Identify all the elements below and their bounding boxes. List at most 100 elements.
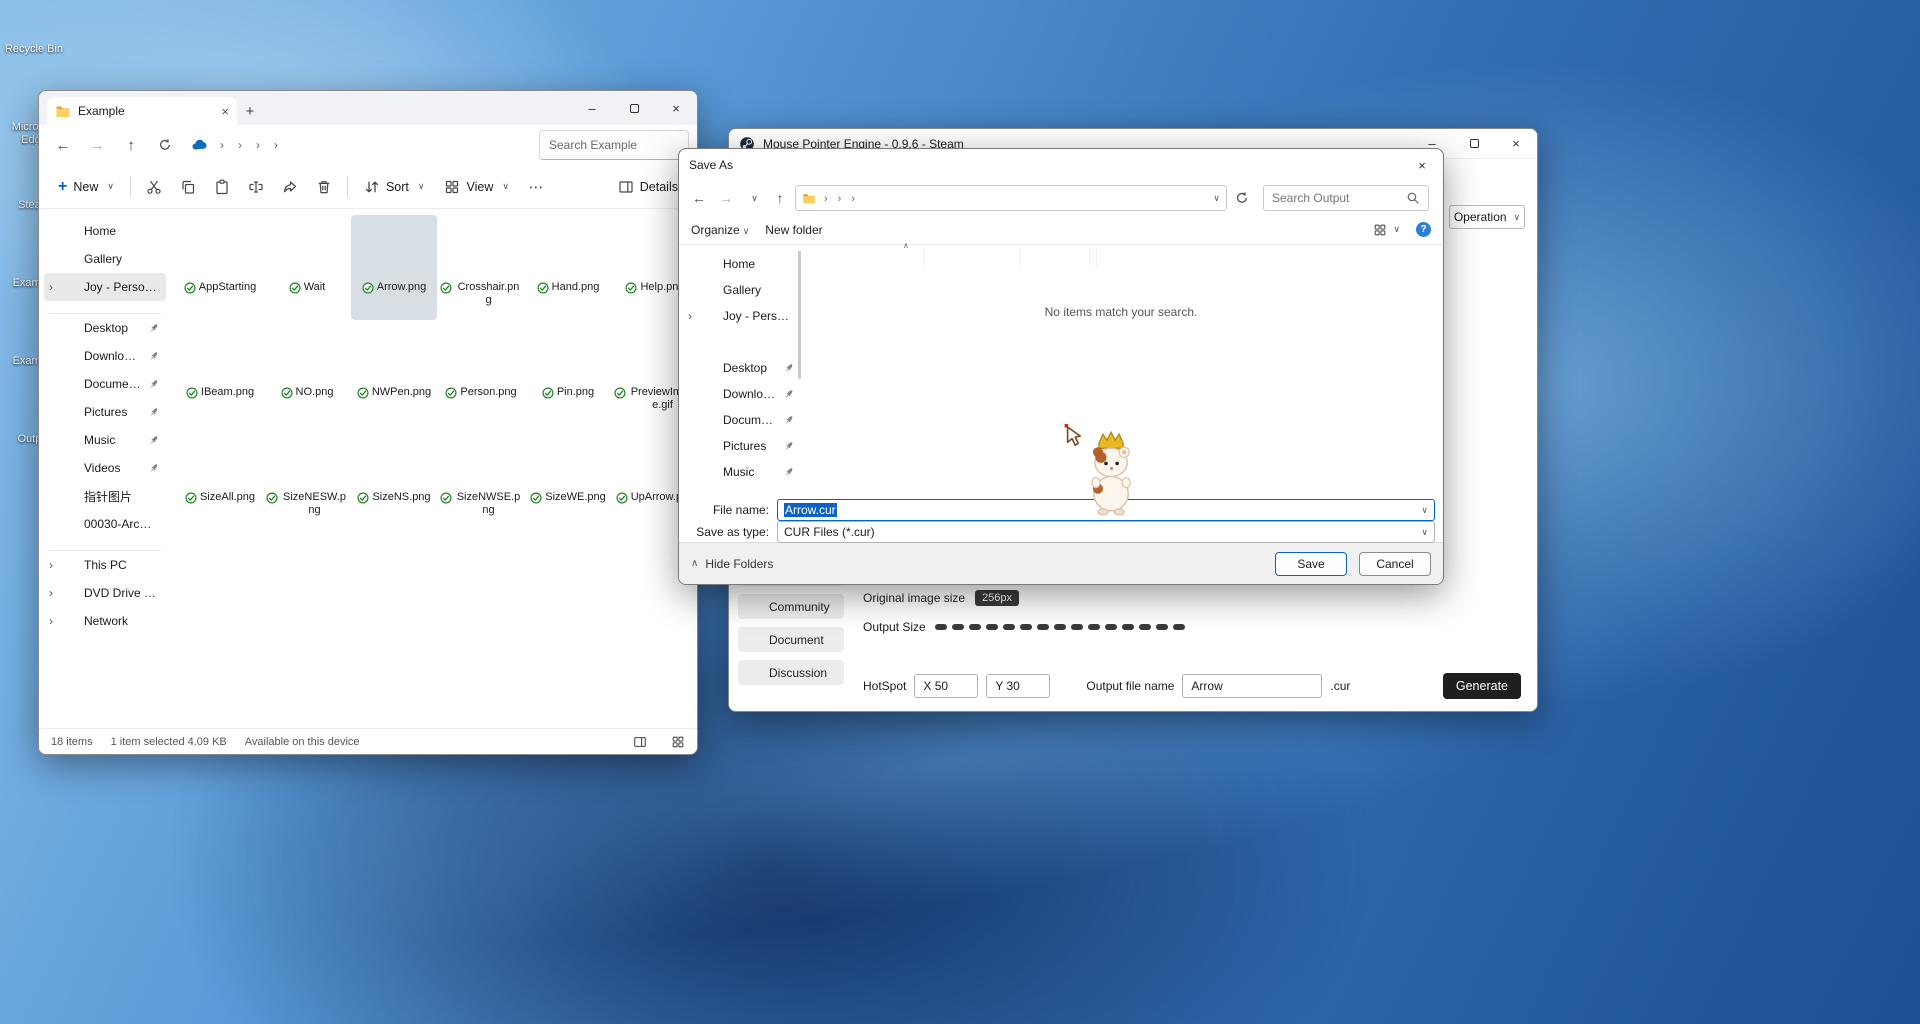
more-button[interactable]: ⋯ [520, 171, 552, 203]
view-button[interactable]: View∨ [435, 171, 517, 203]
hide-folders-button[interactable]: ∧ Hide Folders [691, 557, 773, 571]
sidebar-item[interactable]: › Joy - Personal [44, 273, 166, 301]
forward-button[interactable]: → [81, 130, 113, 160]
file-tile[interactable]: Person.png [438, 320, 524, 425]
maximize-button[interactable] [613, 91, 655, 125]
size-button[interactable] [1020, 624, 1032, 630]
chevron-right-icon[interactable]: › [49, 280, 53, 294]
column-header[interactable] [925, 248, 1020, 266]
back-button[interactable]: ← [47, 130, 79, 160]
tree-item[interactable]: Downloads [683, 381, 799, 407]
forward-button[interactable]: → [714, 186, 738, 210]
tree-item[interactable]: Music [683, 459, 799, 485]
size-button[interactable] [952, 624, 964, 630]
hotspot-y-input[interactable]: Y 30 [986, 674, 1050, 698]
tab-close-icon[interactable]: × [221, 104, 229, 119]
breadcrumb-item[interactable] [819, 191, 833, 205]
size-button[interactable] [1054, 624, 1066, 630]
chevron-right-icon[interactable]: › [49, 558, 53, 572]
views-button[interactable]: ∨ [1373, 223, 1400, 237]
organize-button[interactable]: Organize∨ [691, 223, 749, 237]
size-button[interactable] [1003, 624, 1015, 630]
tree-item[interactable]: Desktop [683, 355, 799, 381]
breadcrumb-item[interactable] [846, 191, 860, 205]
save-as-type-dropdown[interactable]: CUR Files (*.cur) ∨ [777, 521, 1435, 543]
size-button[interactable] [1156, 624, 1168, 630]
steam-side-button[interactable]: Document [738, 627, 844, 652]
file-tile[interactable]: Arrow.png [351, 215, 437, 320]
sidebar-item[interactable] [49, 301, 161, 314]
close-button[interactable]: × [1495, 129, 1537, 159]
chevron-right-icon[interactable]: › [49, 586, 53, 600]
sort-button[interactable]: Sort∨ [355, 171, 434, 203]
icons-view-toggle-icon[interactable] [671, 735, 685, 749]
output-file-input[interactable]: Arrow [1182, 674, 1322, 698]
column-header[interactable] [1020, 248, 1090, 266]
tree-item[interactable]: Documents [683, 407, 799, 433]
size-button[interactable] [1139, 624, 1151, 630]
file-tile[interactable]: Hand.png [525, 215, 611, 320]
size-button[interactable] [986, 624, 998, 630]
column-header[interactable] [807, 248, 925, 266]
file-tile[interactable]: SizeWE.png [525, 425, 611, 530]
sidebar-item[interactable] [49, 538, 161, 551]
file-tile[interactable]: Crosshair.png [438, 215, 524, 320]
sidebar-item[interactable]: Documents [44, 370, 166, 398]
steam-side-button[interactable]: Discussion [738, 660, 844, 685]
sidebar-item[interactable]: › DVD Drive (D:) Win [44, 579, 166, 607]
sidebar-item[interactable]: Pictures [44, 398, 166, 426]
chevron-right-icon[interactable]: › [49, 614, 53, 628]
file-tile[interactable]: NO.png [264, 320, 350, 425]
breadcrumb-item[interactable] [249, 138, 267, 152]
sidebar-item[interactable]: 指针图片 [44, 482, 166, 510]
file-tile[interactable]: NWPen.png [351, 320, 437, 425]
hotspot-x-input[interactable]: X 50 [914, 674, 978, 698]
sidebar-item[interactable]: Desktop [44, 314, 166, 342]
file-tile[interactable]: AppStarting [177, 215, 263, 320]
up-button[interactable]: ↑ [768, 186, 792, 210]
desktop-icon[interactable]: Recycle Bin [2, 6, 66, 74]
file-tile[interactable]: IBeam.png [177, 320, 263, 425]
new-folder-button[interactable]: New folder [765, 223, 822, 237]
chevron-down-icon[interactable]: ∨ [1213, 193, 1220, 204]
address-bar[interactable]: ∨ [795, 185, 1227, 211]
file-tile[interactable]: SizeNESW.png [264, 425, 350, 530]
rename-button[interactable] [240, 171, 272, 203]
tree-scrollbar[interactable] [798, 251, 801, 379]
paste-button[interactable] [206, 171, 238, 203]
sidebar-item[interactable]: Home [44, 217, 166, 245]
chevron-right-icon[interactable]: › [688, 309, 692, 323]
breadcrumb-item[interactable] [267, 138, 285, 152]
file-tile[interactable]: Wait [264, 215, 350, 320]
minimize-button[interactable]: – [571, 91, 613, 125]
dialog-search-box[interactable]: Search Output [1263, 185, 1429, 211]
size-button[interactable] [1071, 624, 1083, 630]
sidebar-item[interactable]: › Network [44, 607, 166, 635]
size-button[interactable] [1037, 624, 1049, 630]
delete-button[interactable] [308, 171, 340, 203]
breadcrumb-item[interactable] [213, 138, 231, 152]
generate-button[interactable]: Generate [1443, 673, 1521, 699]
recent-locations-button[interactable]: ∨ [741, 186, 765, 210]
share-button[interactable] [274, 171, 306, 203]
breadcrumb-item[interactable] [231, 138, 249, 152]
tree-item[interactable]: Gallery [683, 277, 799, 303]
details-button[interactable]: Details [609, 171, 687, 203]
size-button[interactable] [1105, 624, 1117, 630]
close-button[interactable]: × [655, 91, 697, 125]
steam-side-button[interactable]: Community [738, 594, 844, 619]
size-button[interactable] [1088, 624, 1100, 630]
sidebar-item[interactable]: Videos [44, 454, 166, 482]
cancel-button[interactable]: Cancel [1359, 552, 1431, 576]
cut-button[interactable] [138, 171, 170, 203]
back-button[interactable]: ← [687, 186, 711, 210]
breadcrumb-item[interactable] [833, 191, 847, 205]
sidebar-item[interactable]: › This PC [44, 551, 166, 579]
tree-item[interactable]: › Joy - Personal [683, 303, 799, 329]
maximize-button[interactable] [1453, 129, 1495, 159]
close-button[interactable]: × [1401, 149, 1443, 181]
size-button[interactable] [935, 624, 947, 630]
help-button[interactable]: ? [1416, 222, 1431, 237]
sidebar-item[interactable]: Downloads [44, 342, 166, 370]
up-button[interactable]: ↑ [115, 130, 147, 160]
